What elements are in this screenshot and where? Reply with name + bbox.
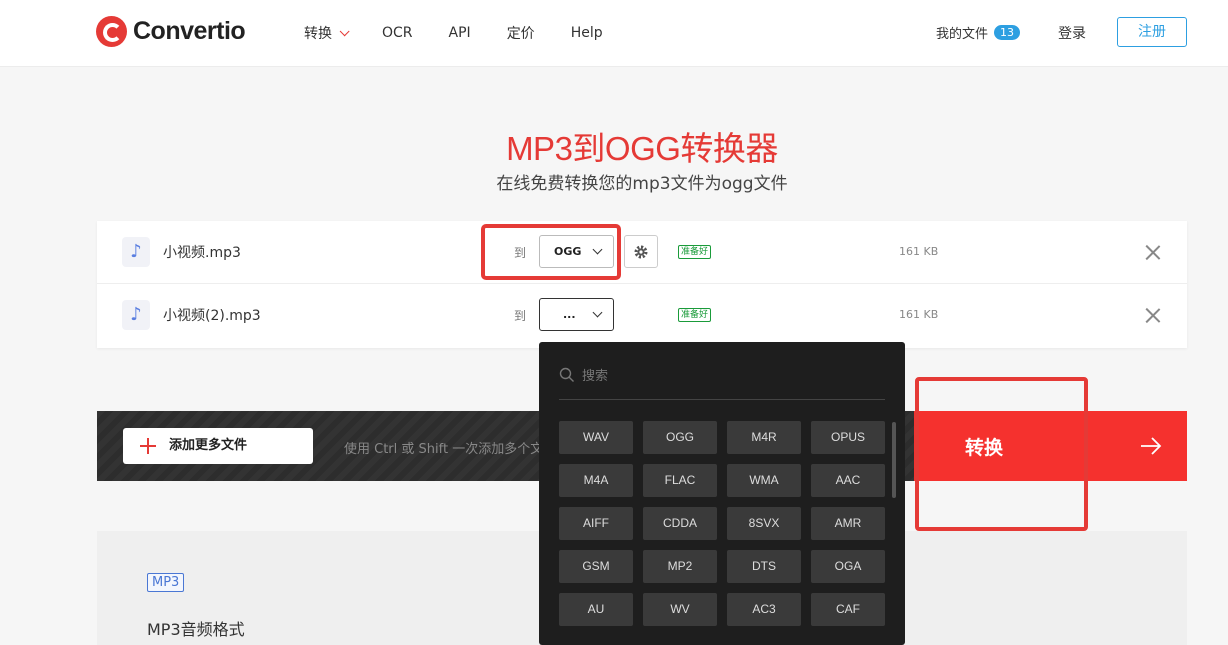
file-name: 小视频(2).mp3 bbox=[163, 308, 261, 324]
format-option[interactable]: M4A bbox=[559, 464, 633, 497]
format-dropdown: WAV OGG M4R OPUS M4A FLAC WMA AAC AIFF C… bbox=[539, 342, 905, 645]
format-search bbox=[559, 360, 885, 400]
brand-name: Convertio bbox=[133, 17, 246, 45]
format-option[interactable]: AIFF bbox=[559, 507, 633, 540]
main-nav: 转换 OCR API 定价 Help bbox=[304, 23, 639, 43]
add-more-label: 添加更多文件 bbox=[169, 438, 248, 453]
target-format-select[interactable]: ... bbox=[539, 298, 614, 331]
format-option[interactable]: AMR bbox=[811, 507, 885, 540]
close-icon[interactable] bbox=[1146, 245, 1160, 259]
highlight-box bbox=[481, 224, 621, 280]
arrow-right-icon bbox=[1141, 437, 1162, 455]
format-grid: WAV OGG M4R OPUS M4A FLAC WMA AAC AIFF C… bbox=[559, 421, 885, 626]
nav-ocr[interactable]: OCR bbox=[382, 23, 413, 43]
selected-format: ... bbox=[563, 308, 576, 321]
signup-button[interactable]: 注册 bbox=[1117, 17, 1187, 47]
format-info-title: MP3音频格式 bbox=[147, 620, 245, 639]
nav-ocr-label: OCR bbox=[382, 25, 413, 41]
multi-select-hint: 使用 Ctrl 或 Shift 一次添加多个文件 bbox=[344, 442, 557, 457]
format-option[interactable]: AAC bbox=[811, 464, 885, 497]
format-option[interactable]: CAF bbox=[811, 593, 885, 626]
format-option[interactable]: 8SVX bbox=[727, 507, 801, 540]
file-row: ♪ 小视频.mp3 到 OGG 准备好 161 KB bbox=[97, 221, 1187, 284]
format-option[interactable]: CDDA bbox=[643, 507, 717, 540]
settings-button[interactable] bbox=[624, 235, 658, 268]
music-note-icon: ♪ bbox=[122, 237, 150, 267]
chevron-down-icon bbox=[339, 25, 350, 36]
add-more-files-button[interactable]: 添加更多文件 bbox=[123, 428, 313, 464]
my-files-label: 我的文件 bbox=[936, 27, 989, 42]
gear-icon bbox=[634, 245, 648, 259]
nav-api-label: API bbox=[448, 25, 471, 41]
nav-convert[interactable]: 转换 bbox=[304, 23, 350, 43]
format-option[interactable]: OPUS bbox=[811, 421, 885, 454]
format-option[interactable]: WV bbox=[643, 593, 717, 626]
status-badge: 准备好 bbox=[678, 308, 712, 322]
format-option[interactable]: WMA bbox=[727, 464, 801, 497]
music-note-icon: ♪ bbox=[122, 300, 150, 330]
top-header: Convertio 转换 OCR API 定价 Help 我的文件 13 登录 … bbox=[0, 0, 1228, 67]
close-icon[interactable] bbox=[1146, 308, 1160, 322]
format-option[interactable]: AU bbox=[559, 593, 633, 626]
nav-pricing-label: 定价 bbox=[506, 26, 535, 42]
file-name: 小视频.mp3 bbox=[163, 245, 241, 261]
login-link[interactable]: 登录 bbox=[1058, 23, 1086, 43]
to-label: 到 bbox=[514, 309, 527, 323]
format-search-input[interactable] bbox=[582, 365, 862, 387]
nav-pricing[interactable]: 定价 bbox=[507, 23, 535, 43]
format-option[interactable]: FLAC bbox=[643, 464, 717, 497]
page-subtitle: 在线免费转换您的mp3文件为ogg文件 bbox=[496, 174, 788, 194]
file-row: ♪ 小视频(2).mp3 到 ... 准备好 161 KB bbox=[97, 284, 1187, 347]
format-option[interactable]: DTS bbox=[727, 550, 801, 583]
format-option[interactable]: WAV bbox=[559, 421, 633, 454]
search-icon bbox=[559, 367, 574, 382]
file-list: ♪ 小视频.mp3 到 OGG 准备好 161 KB ♪ 小视频(2).mp3 … bbox=[97, 221, 1187, 348]
format-option[interactable]: M4R bbox=[727, 421, 801, 454]
format-option[interactable]: OGG bbox=[643, 421, 717, 454]
format-badge: MP3 bbox=[147, 573, 185, 592]
logo-icon bbox=[96, 16, 127, 47]
format-option[interactable]: GSM bbox=[559, 550, 633, 583]
nav-help[interactable]: Help bbox=[571, 23, 603, 43]
format-option[interactable]: AC3 bbox=[727, 593, 801, 626]
page-title: MP3到OGG转换器 bbox=[506, 130, 778, 167]
format-option[interactable]: MP2 bbox=[643, 550, 717, 583]
format-option[interactable]: OGA bbox=[811, 550, 885, 583]
nav-convert-label: 转换 bbox=[304, 26, 332, 42]
file-count-badge: 13 bbox=[994, 25, 1021, 40]
chevron-down-icon bbox=[592, 307, 603, 318]
nav-help-label: Help bbox=[570, 25, 603, 41]
my-files-link[interactable]: 我的文件 13 bbox=[936, 23, 1021, 42]
plus-icon bbox=[139, 437, 157, 455]
file-size: 161 KB bbox=[899, 308, 939, 321]
nav-api[interactable]: API bbox=[449, 23, 471, 43]
convertio-logo[interactable]: Convertio bbox=[96, 16, 246, 47]
highlight-box bbox=[915, 377, 1088, 531]
dropdown-scrollbar[interactable] bbox=[892, 422, 896, 498]
file-size: 161 KB bbox=[899, 245, 939, 258]
status-badge: 准备好 bbox=[678, 245, 712, 259]
